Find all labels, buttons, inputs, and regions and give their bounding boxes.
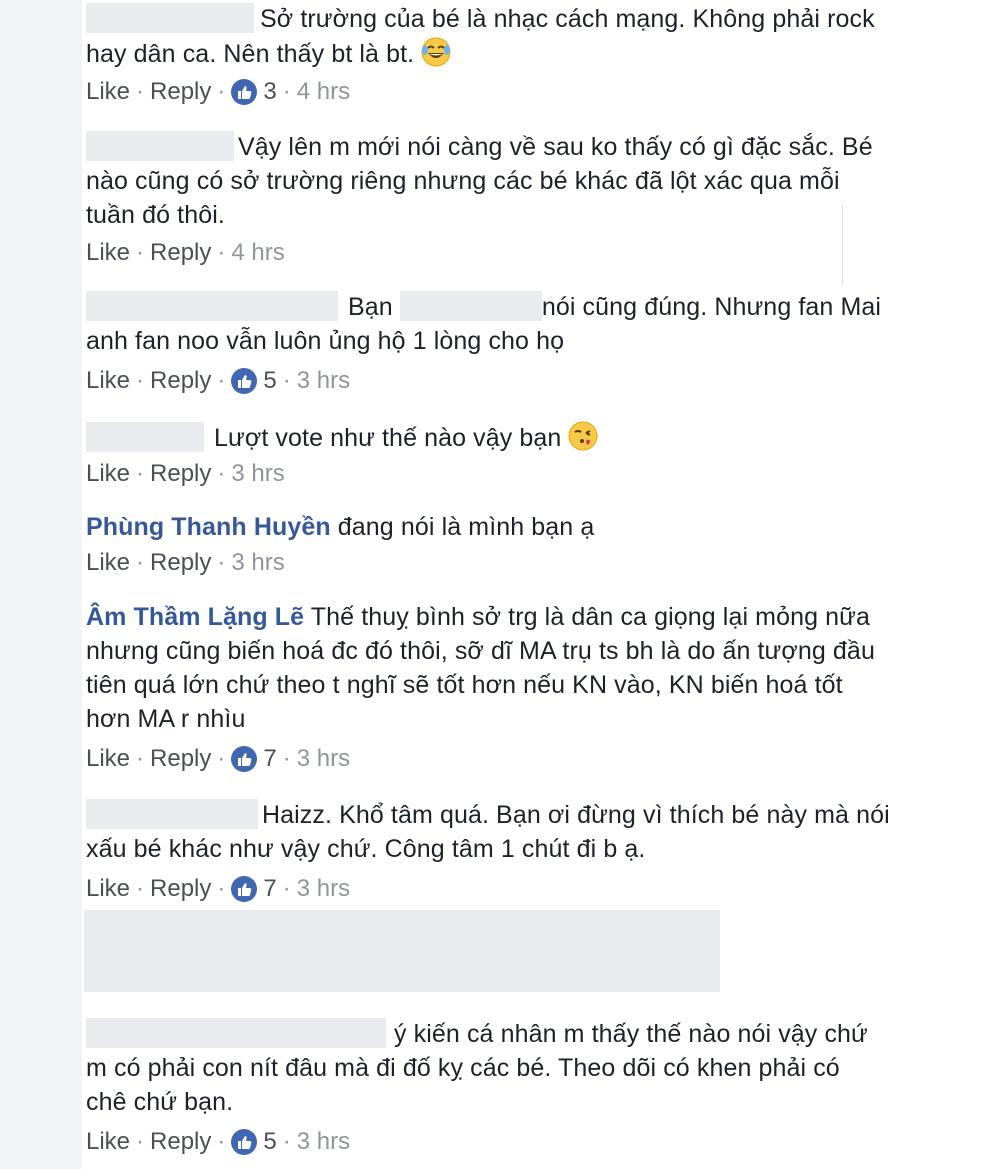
redacted-author-name [86, 291, 338, 321]
kissing-heart-emoji-icon [568, 421, 598, 451]
comment: Haizz. Khổ tâm quá. Bạn ơi đừng vì thích… [86, 798, 966, 904]
separator: · [282, 875, 291, 902]
separator: · [217, 460, 226, 487]
like-link[interactable]: Like [86, 459, 130, 489]
comment: Vậy lên m mới nói càng về sau ko thấy có… [86, 130, 966, 268]
timestamp[interactable]: 3 hrs [231, 459, 284, 489]
separator: · [217, 78, 226, 105]
comment-text-line: xấu bé khác như vậy chứ. Công tâm 1 chút… [86, 835, 646, 863]
comment-text-line: hay dân ca. Nên thấy bt là bt. [86, 40, 415, 68]
like-thumb-icon[interactable] [231, 79, 258, 105]
like-link[interactable]: Like [86, 744, 130, 774]
laughing-tears-emoji-icon [421, 37, 451, 67]
comment-text-line: nào cũng có sở trường riêng nhưng các bé… [86, 167, 840, 195]
comment: Sở trường của bé là nhạc cách mạng. Khôn… [86, 2, 966, 107]
timestamp[interactable]: 4 hrs [231, 238, 284, 268]
separator: · [136, 239, 145, 266]
like-count: 7 [263, 745, 277, 772]
like-link[interactable]: Like [86, 874, 130, 904]
comment-text-line: Thế thuỵ bình sở trg là dân ca giọng lại… [310, 603, 870, 631]
like-count: 5 [263, 1128, 277, 1155]
separator: · [217, 549, 226, 576]
comment-text-line: chê chứ bạn. [86, 1088, 234, 1116]
like-link[interactable]: Like [86, 77, 130, 107]
separator: · [217, 745, 226, 772]
comment-text-line: nói cũng đúng. Nhưng fan Mai [541, 293, 882, 321]
like-count: 7 [263, 875, 277, 902]
timestamp[interactable]: 3 hrs [297, 874, 350, 904]
separator: · [136, 367, 145, 394]
timestamp[interactable]: 3 hrs [231, 548, 284, 578]
like-link[interactable]: Like [86, 238, 130, 268]
comment-text-line: Haizz. Khổ tâm quá. Bạn ơi đừng vì thích… [262, 801, 890, 829]
reply-link[interactable]: Reply [150, 874, 211, 904]
author-name[interactable]: Phùng Thanh Huyền [86, 513, 331, 541]
comment-text-line: Bạn [348, 293, 393, 321]
comment: Phùng Thanh Huyền đang nói là mình bạn ạ… [86, 510, 966, 578]
separator: · [217, 239, 226, 266]
separator: · [217, 875, 226, 902]
timestamp[interactable]: 3 hrs [297, 744, 350, 774]
comment-text-line: Sở trường của bé là nhạc cách mạng. Khôn… [260, 5, 875, 33]
timestamp[interactable]: 3 hrs [297, 366, 350, 396]
comment-text-line: Lượt vote như thế nào vậy bạn [214, 424, 562, 452]
redacted-mention [399, 291, 542, 321]
comment-text-line: ý kiến cá nhân m thấy thế nào nói vậy ch… [394, 1020, 868, 1048]
separator: · [282, 367, 291, 394]
comment-text-line: anh fan noo vẫn luôn ủng hộ 1 lòng cho h… [86, 327, 565, 355]
reply-link[interactable]: Reply [150, 744, 211, 774]
reply-link[interactable]: Reply [150, 366, 211, 396]
separator: · [217, 367, 226, 394]
redacted-author-name [86, 3, 254, 33]
author-name[interactable]: Âm Thầm Lặng Lẽ [86, 603, 304, 631]
like-link[interactable]: Like [86, 548, 130, 578]
separator: · [136, 460, 145, 487]
separator: · [217, 1128, 226, 1155]
comment-text-line: tiên quá lớn chứ theo t nghĩ sẽ tốt hơn … [86, 671, 843, 699]
reply-link[interactable]: Reply [150, 77, 211, 107]
separator: · [136, 78, 145, 105]
redacted-author-name [86, 799, 258, 829]
like-thumb-icon[interactable] [231, 746, 258, 772]
comment: Âm Thầm Lặng Lẽ Thế thuỵ bình sở trg là … [86, 600, 966, 774]
separator: · [136, 745, 145, 772]
redacted-author-name [86, 131, 234, 161]
comment: Lượt vote như thế nào vậy bạn Like · Rep… [86, 420, 966, 489]
redacted-author-name [86, 1018, 386, 1048]
timestamp[interactable]: 3 hrs [297, 1127, 350, 1157]
separator: · [136, 1128, 145, 1155]
reply-link[interactable]: Reply [150, 548, 211, 578]
separator: · [136, 549, 145, 576]
comment: ý kiến cá nhân m thấy thế nào nói vậy ch… [86, 1017, 966, 1157]
separator: · [136, 875, 145, 902]
like-thumb-icon[interactable] [231, 368, 258, 394]
comment: Bạn nói cũng đúng. Nhưng fan Mai anh fan… [86, 290, 966, 396]
reply-link[interactable]: Reply [150, 459, 211, 489]
timestamp[interactable]: 4 hrs [297, 77, 350, 107]
like-link[interactable]: Like [86, 1127, 130, 1157]
redacted-author-name [86, 422, 204, 452]
comment-text-line: m có phải con nít đâu mà đi đố kỵ các bé… [86, 1054, 840, 1082]
separator: · [282, 78, 291, 105]
like-count: 5 [263, 367, 277, 394]
reply-link[interactable]: Reply [150, 1127, 211, 1157]
like-thumb-icon[interactable] [231, 876, 258, 902]
like-count: 3 [263, 78, 277, 105]
comment-text-line: đang nói là mình bạn ạ [337, 513, 595, 541]
comment-text-line: hơn MA r nhìu [86, 705, 246, 733]
comment-text-line: Vậy lên m mới nói càng về sau ko thấy có… [238, 133, 873, 161]
separator: · [282, 745, 291, 772]
comment-text-line: tuần đó thôi. [86, 201, 225, 229]
reply-link[interactable]: Reply [150, 238, 211, 268]
like-link[interactable]: Like [86, 366, 130, 396]
separator: · [282, 1128, 291, 1155]
like-thumb-icon[interactable] [231, 1129, 258, 1155]
redacted-comment-block [84, 910, 720, 992]
comment-text-line: nhưng cũng biến hoá đc đó thôi, sỡ dĩ MA… [86, 637, 875, 665]
